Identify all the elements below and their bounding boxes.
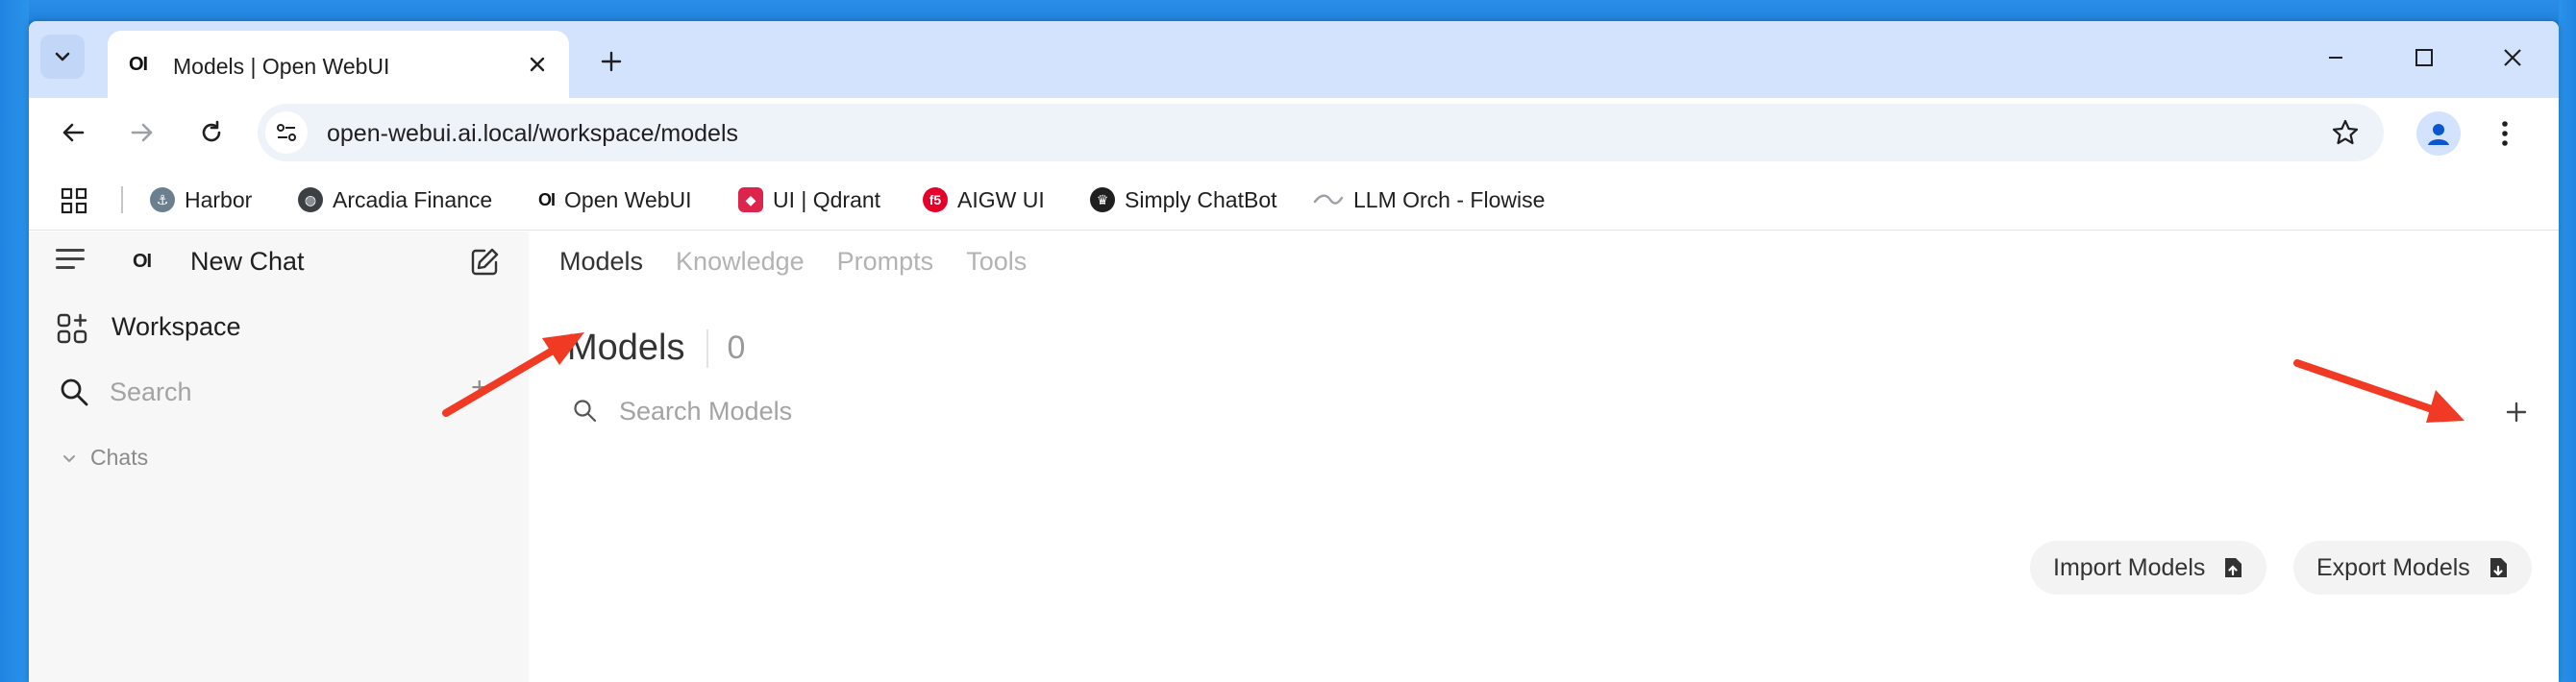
desktop-background-top [0, 0, 2576, 21]
annotation-arrow-to-add-button [2293, 359, 2465, 423]
annotation-arrow-to-models-tab [442, 332, 584, 417]
desktop-background-right [2559, 0, 2576, 682]
annotation-arrows [442, 332, 2465, 423]
desktop-background-left [0, 0, 29, 682]
browser-window: OI Models | Open WebUI open-webui.ai.loc… [29, 21, 2559, 682]
